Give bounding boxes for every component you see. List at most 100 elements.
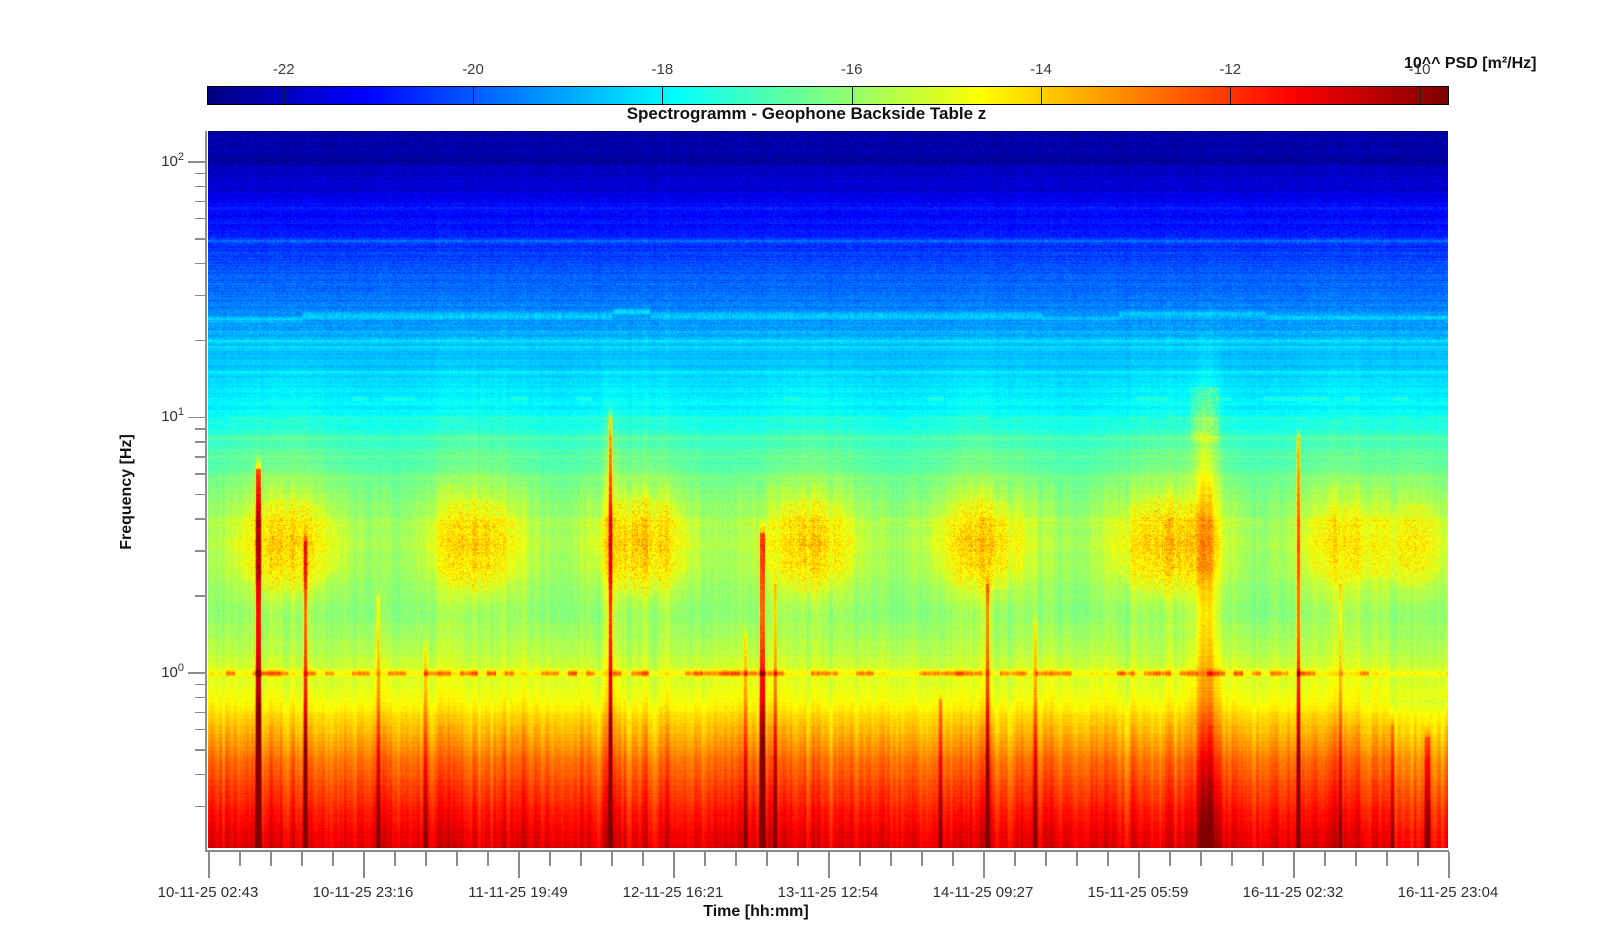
colorbar-tick xyxy=(662,87,663,104)
y-tick-label: 102 xyxy=(124,151,184,170)
y-minor-tick xyxy=(195,238,206,240)
x-tick-label: 16-11-25 23:04 xyxy=(1398,884,1499,901)
x-minor-tick xyxy=(952,852,954,866)
y-tick-label-base: 10 xyxy=(161,153,178,170)
colorbar-tick xyxy=(1420,87,1421,104)
colorbar-tick xyxy=(1230,87,1231,104)
x-minor-tick xyxy=(239,852,241,866)
x-minor-tick xyxy=(797,852,799,866)
colorbar-tick-label: -14 xyxy=(1030,61,1052,78)
y-minor-tick xyxy=(195,749,206,751)
x-tick-label: 15-11-25 05:59 xyxy=(1088,884,1189,901)
colorbar-tick-label: -12 xyxy=(1219,61,1241,78)
y-major-tick xyxy=(188,161,206,163)
colorbar-tick xyxy=(284,87,285,104)
spectrogram-figure: Spectrogramm - Geophone Backside Table z… xyxy=(0,0,1600,948)
y-minor-tick xyxy=(195,684,206,686)
colorbar-tick-label: -18 xyxy=(652,61,674,78)
x-minor-tick xyxy=(1200,852,1202,866)
colorbar xyxy=(207,86,1449,105)
y-tick-label: 100 xyxy=(124,662,184,681)
y-minor-tick xyxy=(195,806,206,808)
x-minor-tick xyxy=(611,852,613,866)
x-minor-tick xyxy=(1262,852,1264,866)
y-minor-tick xyxy=(195,263,206,265)
x-minor-tick xyxy=(394,852,396,866)
y-minor-tick xyxy=(195,550,206,552)
x-minor-tick xyxy=(549,852,551,866)
x-tick-label: 13-11-25 12:54 xyxy=(778,884,879,901)
y-minor-tick xyxy=(195,456,206,458)
x-tick-label: 11-11-25 19:49 xyxy=(468,884,568,901)
y-minor-tick xyxy=(195,340,206,342)
colorbar-tick-label: -16 xyxy=(841,61,863,78)
x-minor-tick xyxy=(270,852,272,866)
y-minor-tick xyxy=(195,218,206,220)
colorbar-tick-label: -22 xyxy=(273,61,295,78)
y-minor-tick xyxy=(195,173,206,175)
y-tick-label-base: 10 xyxy=(161,408,178,425)
y-tick-label-exponent: 1 xyxy=(178,406,184,418)
x-minor-tick xyxy=(1355,852,1357,866)
y-minor-tick xyxy=(195,697,206,699)
x-minor-tick xyxy=(1386,852,1388,866)
y-tick-label-exponent: 2 xyxy=(178,151,184,163)
x-minor-tick xyxy=(425,852,427,866)
x-major-tick xyxy=(518,852,520,878)
x-minor-tick xyxy=(456,852,458,866)
x-minor-tick xyxy=(487,852,489,866)
x-minor-tick xyxy=(301,852,303,866)
y-tick-label: 101 xyxy=(124,406,184,425)
spectrogram-canvas xyxy=(208,131,1448,848)
y-minor-tick xyxy=(195,473,206,475)
x-major-tick xyxy=(1293,852,1295,878)
y-minor-tick xyxy=(195,441,206,443)
x-axis-label: Time [hh:mm] xyxy=(656,903,856,921)
colorbar-tick-label: -20 xyxy=(462,61,484,78)
x-tick-label: 14-11-25 09:27 xyxy=(933,884,1034,901)
y-minor-tick xyxy=(195,774,206,776)
colorbar-gradient xyxy=(208,87,1448,104)
x-minor-tick xyxy=(1169,852,1171,866)
x-tick-label: 12-11-25 16:21 xyxy=(623,884,724,901)
x-minor-tick xyxy=(1417,852,1419,866)
x-major-tick xyxy=(983,852,985,878)
colorbar-label: 10^^ PSD [m²/Hz] xyxy=(1404,55,1536,73)
plot-title: Spectrogramm - Geophone Backside Table z xyxy=(185,104,1428,124)
y-minor-tick xyxy=(195,295,206,297)
y-minor-tick xyxy=(195,494,206,496)
x-major-tick xyxy=(1448,852,1450,878)
x-minor-tick xyxy=(1045,852,1047,866)
y-major-tick xyxy=(188,672,206,674)
x-minor-tick xyxy=(859,852,861,866)
x-tick-label: 16-11-25 02:32 xyxy=(1243,884,1344,901)
x-minor-tick xyxy=(332,852,334,866)
y-minor-tick xyxy=(195,518,206,520)
x-major-tick xyxy=(673,852,675,878)
x-minor-tick xyxy=(1231,852,1233,866)
x-minor-tick xyxy=(1014,852,1016,866)
x-major-tick xyxy=(363,852,365,878)
x-minor-tick xyxy=(890,852,892,866)
y-tick-label-exponent: 0 xyxy=(178,662,184,674)
colorbar-tick xyxy=(852,87,853,104)
colorbar-tick xyxy=(473,87,474,104)
x-minor-tick xyxy=(735,852,737,866)
x-tick-label: 10-11-25 02:43 xyxy=(158,884,259,901)
x-major-tick xyxy=(208,852,210,878)
y-minor-tick xyxy=(195,729,206,731)
y-major-tick xyxy=(188,417,206,419)
y-minor-tick xyxy=(195,428,206,430)
x-minor-tick xyxy=(642,852,644,866)
x-minor-tick xyxy=(580,852,582,866)
x-minor-tick xyxy=(921,852,923,866)
x-minor-tick xyxy=(704,852,706,866)
x-minor-tick xyxy=(1076,852,1078,866)
y-tick-label-base: 10 xyxy=(161,664,178,681)
x-minor-tick xyxy=(766,852,768,866)
y-minor-tick xyxy=(195,186,206,188)
x-minor-tick xyxy=(1324,852,1326,866)
y-minor-tick xyxy=(195,712,206,714)
y-axis-label: Frequency [Hz] xyxy=(118,434,136,550)
x-major-tick xyxy=(1138,852,1140,878)
